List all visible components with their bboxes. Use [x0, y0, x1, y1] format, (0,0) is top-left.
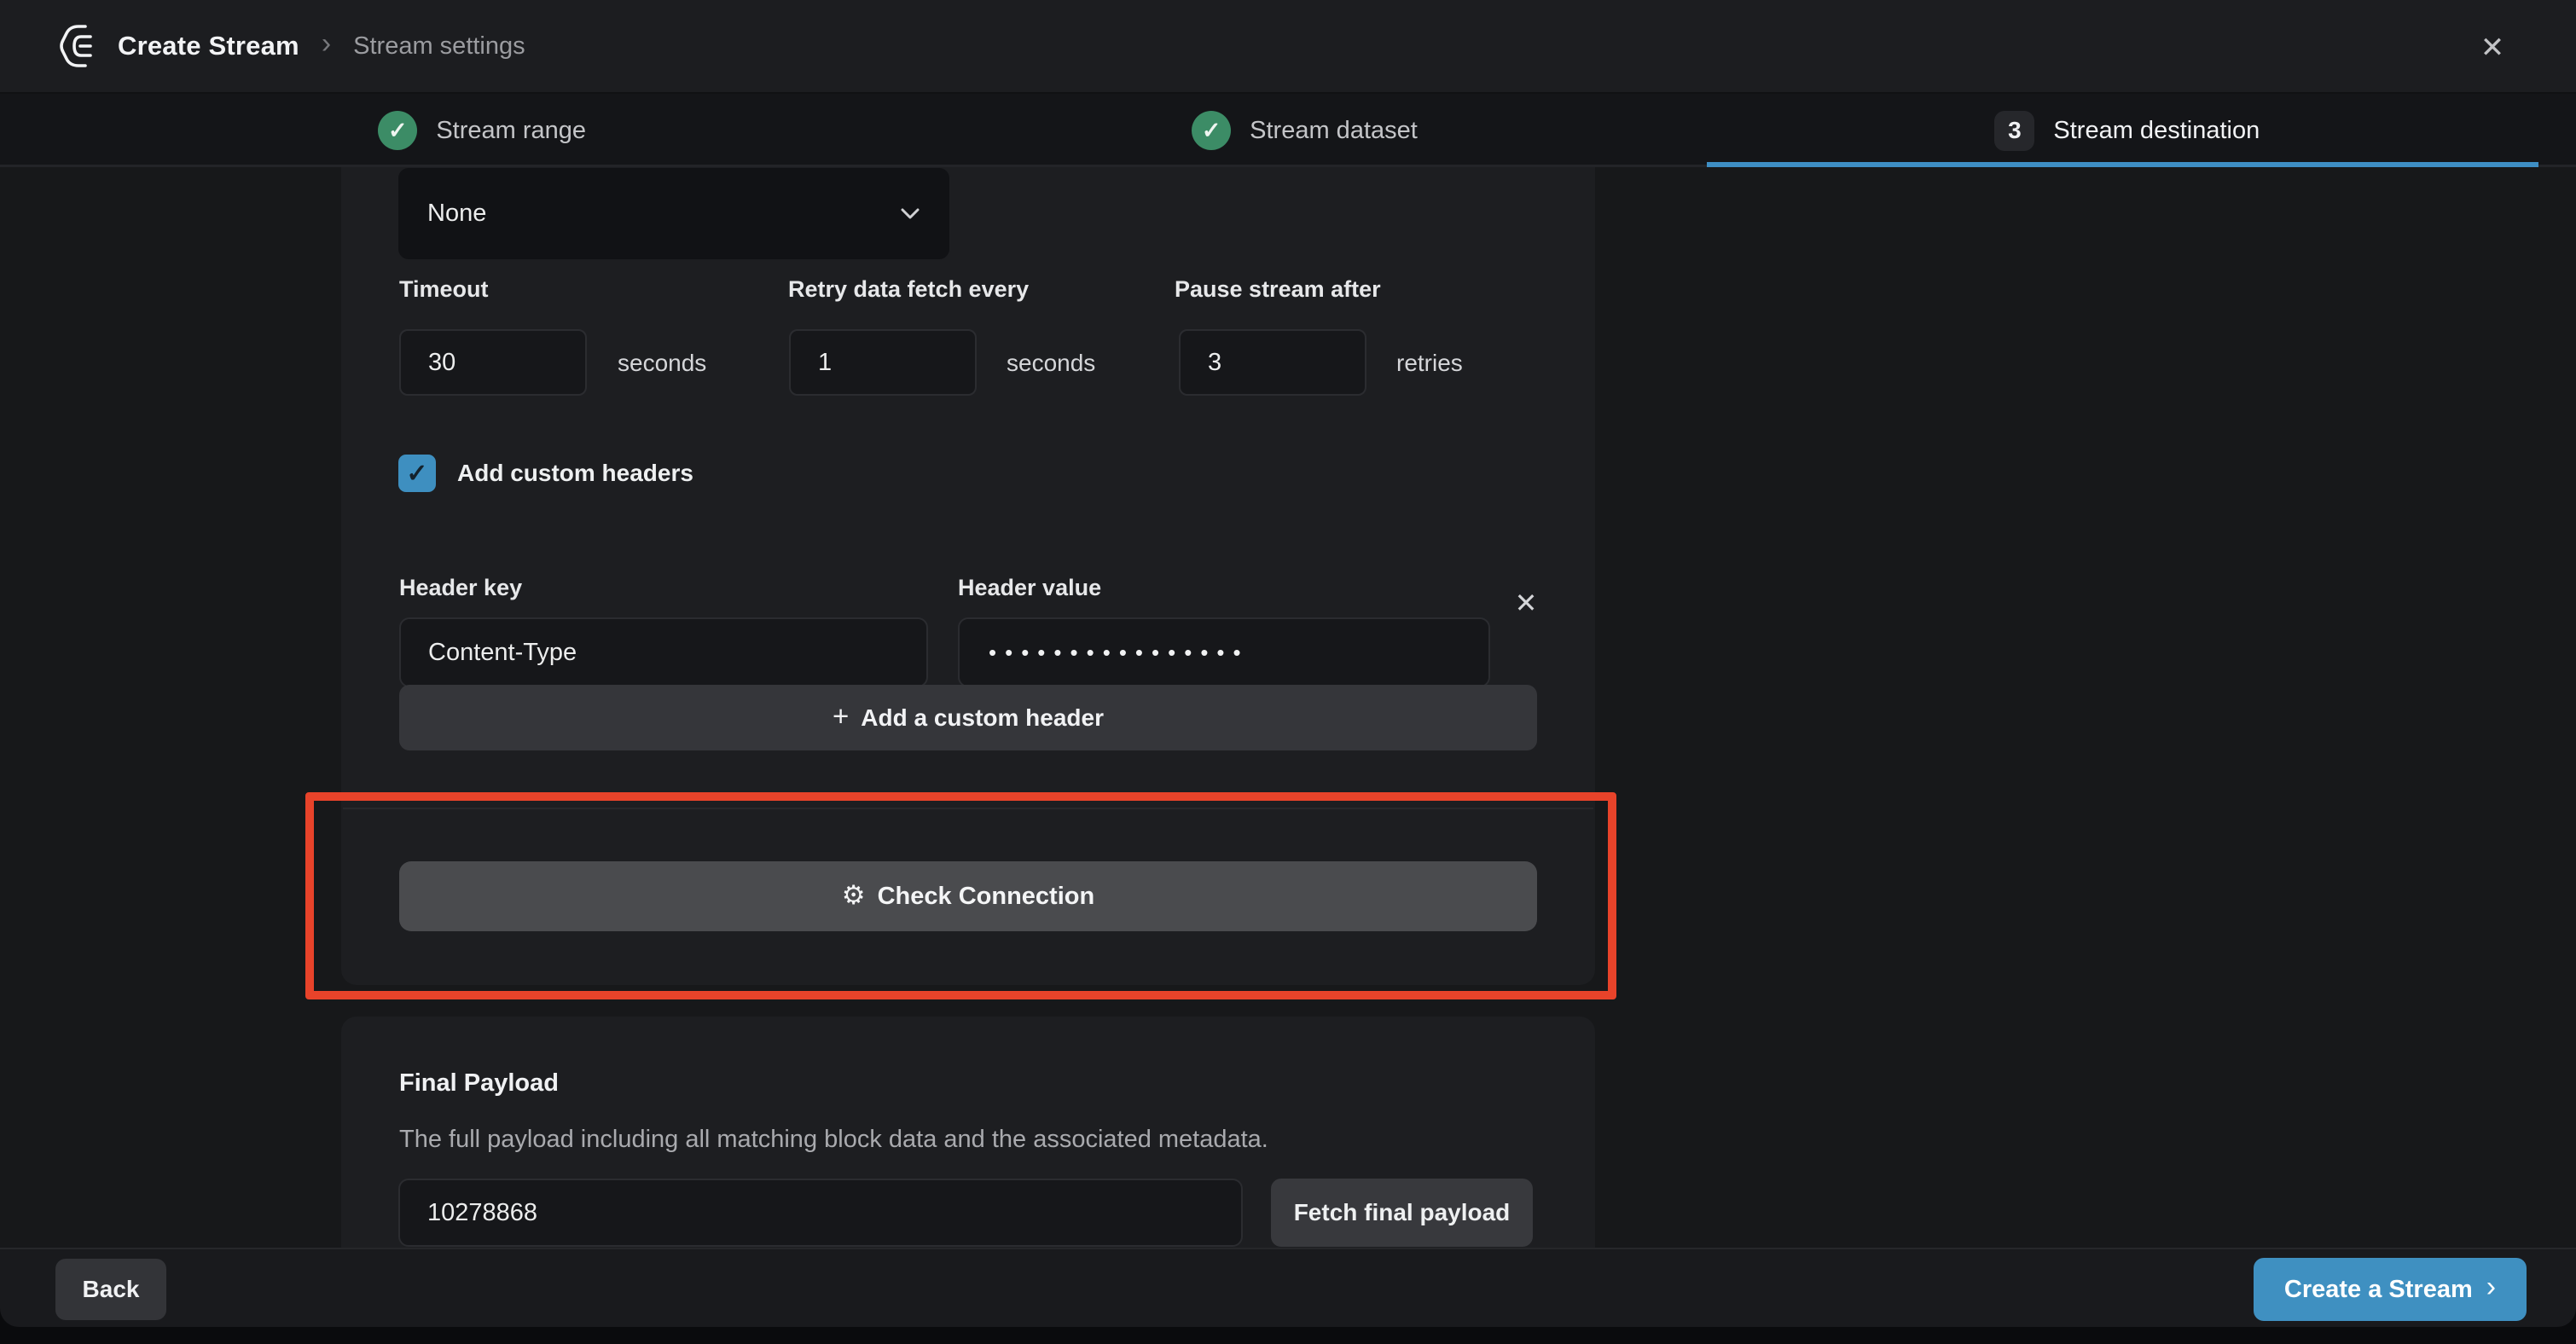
content-scroll-area: None Timeout Retry data fetch every Paus…	[0, 167, 2576, 1248]
tab-stream-dataset[interactable]: ✓ Stream dataset	[893, 94, 1715, 167]
option-select[interactable]: None	[398, 168, 949, 259]
create-stream-button[interactable]: Create a Stream ›	[2254, 1258, 2527, 1321]
add-custom-header-label: Add a custom header	[861, 704, 1104, 732]
back-button[interactable]: Back	[55, 1259, 166, 1320]
modal-footer: Back Create a Stream ›	[0, 1248, 2576, 1327]
header-value-input[interactable]: ••••••••••••••••	[958, 617, 1490, 687]
page-title: Create Stream	[118, 31, 299, 61]
pause-input[interactable]	[1179, 329, 1366, 396]
chevron-right-icon: ›	[2486, 1272, 2496, 1306]
tab-label: Stream destination	[2053, 117, 2260, 145]
card-divider	[343, 808, 1593, 809]
option-select-value: None	[427, 200, 486, 228]
breadcrumb: Stream settings	[353, 32, 525, 61]
step-tabs-row: ✓ Stream range ✓ Stream dataset 3 Stream…	[71, 94, 2538, 167]
close-icon[interactable]: ✕	[2470, 26, 2515, 70]
fetch-final-payload-button[interactable]: Fetch final payload	[1271, 1179, 1533, 1247]
step-tabs: ✓ Stream range ✓ Stream dataset 3 Stream…	[0, 94, 2576, 167]
create-stream-modal: Create Stream › Stream settings ✕ ✓ Stre…	[0, 0, 2576, 1344]
add-custom-header-button[interactable]: + Add a custom header	[399, 685, 1537, 750]
timeout-input[interactable]	[399, 329, 587, 396]
timeout-label: Timeout	[399, 276, 489, 303]
header-value-label: Header value	[958, 575, 1101, 601]
check-connection-label: Check Connection	[878, 883, 1095, 911]
header-key-input[interactable]	[399, 617, 928, 687]
retry-input[interactable]	[789, 329, 977, 396]
pause-unit: retries	[1396, 350, 1463, 377]
check-circle-icon: ✓	[1192, 111, 1231, 150]
tab-stream-destination[interactable]: 3 Stream destination	[1716, 94, 2538, 167]
step-number-badge: 3	[1994, 111, 2034, 151]
checkbox-check-icon: ✓	[406, 459, 427, 489]
modal-header: Create Stream › Stream settings ✕	[0, 0, 2576, 94]
final-payload-description: The full payload including all matching …	[399, 1126, 1268, 1154]
breadcrumb-separator-icon: ›	[322, 29, 331, 63]
retry-unit: seconds	[1007, 350, 1095, 377]
streams-logo-icon	[58, 23, 97, 69]
pause-label: Pause stream after	[1175, 276, 1381, 303]
add-custom-headers-label: Add custom headers	[457, 460, 693, 487]
header-key-label: Header key	[399, 575, 522, 601]
check-circle-icon: ✓	[378, 111, 417, 150]
retry-label: Retry data fetch every	[788, 276, 1029, 303]
timeout-unit: seconds	[618, 350, 706, 377]
tab-stream-range[interactable]: ✓ Stream range	[71, 94, 893, 167]
chevron-down-icon	[900, 207, 920, 221]
page-background-strip	[0, 1327, 2576, 1344]
plus-icon: +	[833, 700, 849, 736]
final-payload-title: Final Payload	[399, 1069, 559, 1098]
masked-value: ••••••••••••••••	[989, 640, 1250, 666]
create-stream-label: Create a Stream	[2284, 1276, 2473, 1304]
final-payload-input[interactable]	[398, 1179, 1243, 1247]
add-custom-headers-checkbox[interactable]: ✓	[398, 455, 436, 492]
tab-label: Stream dataset	[1250, 117, 1418, 145]
check-connection-button[interactable]: ⚙ Check Connection	[399, 861, 1537, 931]
tab-label: Stream range	[436, 117, 586, 145]
remove-header-icon[interactable]: ✕	[1506, 583, 1546, 623]
gear-icon: ⚙	[842, 882, 866, 912]
